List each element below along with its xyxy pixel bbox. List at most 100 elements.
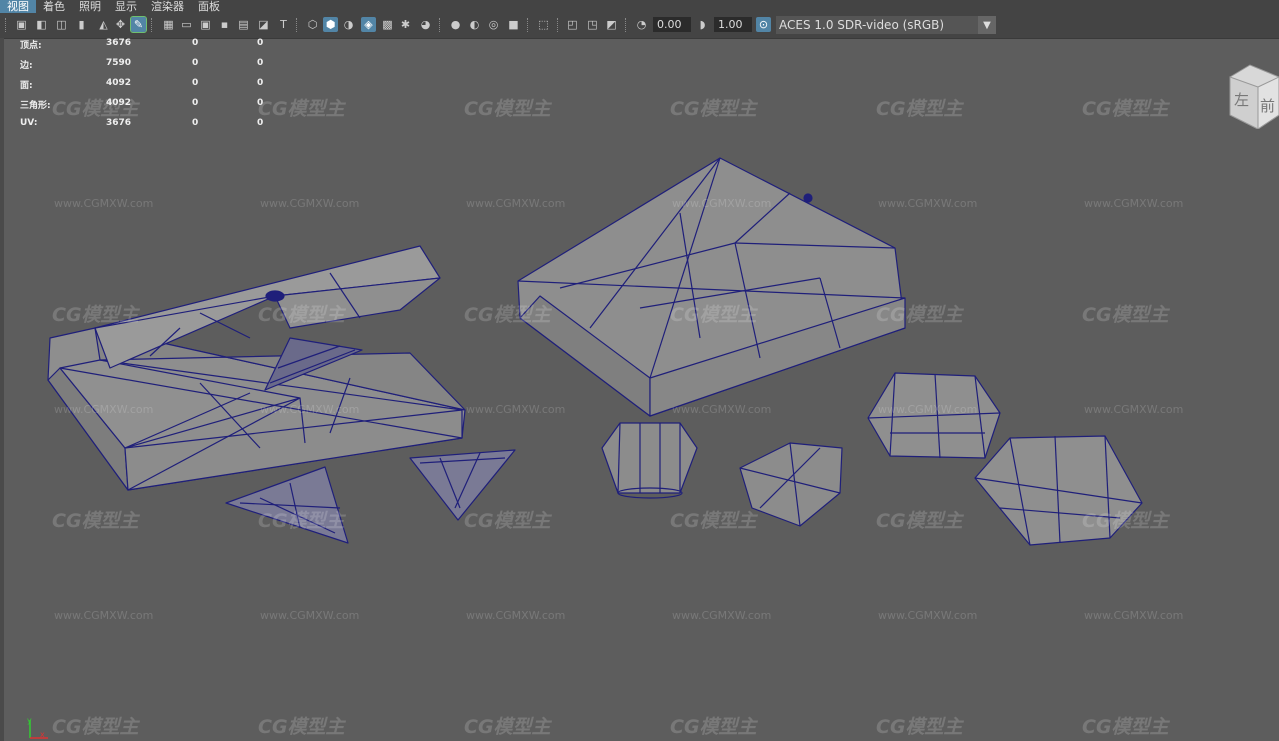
gamma-field[interactable]: 1.00 <box>714 17 752 32</box>
xray-joints-icon[interactable]: ◳ <box>585 17 600 32</box>
watermark-url: www.CGMXW.com <box>672 403 772 416</box>
screen-space-ao-icon[interactable]: ● <box>448 17 463 32</box>
menu-lighting[interactable]: 照明 <box>72 0 108 13</box>
toolbar-separator <box>5 18 8 32</box>
watermark-url: www.CGMXW.com <box>878 197 978 210</box>
toolbar-separator <box>439 18 442 32</box>
menu-show[interactable]: 显示 <box>108 0 144 13</box>
watermark-logo: CG模型主 <box>1082 510 1169 532</box>
watermark-url: www.CGMXW.com <box>466 403 566 416</box>
grid-icon[interactable]: ▦ <box>161 17 176 32</box>
toolbar-separator <box>527 18 530 32</box>
toolbar-separator <box>296 18 299 32</box>
watermark-logo: CG模型主 <box>464 716 551 738</box>
watermark-logo: CG模型主 <box>258 510 345 532</box>
wireframe-on-shaded-icon[interactable]: ◈ <box>361 17 376 32</box>
watermark-logo: CG模型主 <box>670 510 757 532</box>
viewport[interactable] <box>0 38 1279 741</box>
field-chart-icon[interactable]: ▤ <box>236 17 251 32</box>
depth-of-field-icon[interactable]: ■ <box>506 17 521 32</box>
select-camera-icon[interactable]: ▣ <box>14 17 29 32</box>
watermark-logo: CG模型主 <box>876 98 963 120</box>
panel-toolbar: ▣ ◧ ◫ ▮ ◭ ✥ ✎ ▦ ▭ ▣ ▪ ▤ ◪ T ⬡ ⬢ ◑ ◈ ▩ ✱ … <box>0 13 1279 39</box>
resolution-gate-icon[interactable]: ▣ <box>198 17 213 32</box>
menu-panels[interactable]: 面板 <box>191 0 227 13</box>
safe-title-icon[interactable]: T <box>276 17 291 32</box>
watermark-url: www.CGMXW.com <box>466 609 566 622</box>
watermark-url: www.CGMXW.com <box>878 609 978 622</box>
watermark-url: www.CGMXW.com <box>54 403 154 416</box>
watermark-logo: CG模型主 <box>52 510 139 532</box>
watermark-url: www.CGMXW.com <box>260 403 360 416</box>
watermark-url: www.CGMXW.com <box>260 197 360 210</box>
watermark-logo: CG模型主 <box>258 716 345 738</box>
watermark-url: www.CGMXW.com <box>1084 403 1184 416</box>
watermark-logo: CG模型主 <box>876 510 963 532</box>
watermark-url: www.CGMXW.com <box>260 609 360 622</box>
color-space-dropdown[interactable]: ACES 1.0 SDR-video (sRGB) <box>776 16 996 34</box>
backface-culling-icon[interactable]: ◩ <box>604 17 619 32</box>
watermark-url: www.CGMXW.com <box>1084 609 1184 622</box>
smooth-shade-icon[interactable]: ⬢ <box>323 17 338 32</box>
watermark-logo: CG模型主 <box>258 98 345 120</box>
multisample-aa-icon[interactable]: ◎ <box>486 17 501 32</box>
watermark-logo: CG模型主 <box>670 716 757 738</box>
use-all-lights-icon[interactable]: ✱ <box>398 17 413 32</box>
watermark-url: www.CGMXW.com <box>54 197 154 210</box>
view-transform-icon[interactable]: ⊙ <box>756 17 771 32</box>
watermark-logo: CG模型主 <box>876 716 963 738</box>
bookmark-flag-icon[interactable]: ▮ <box>74 17 89 32</box>
wireframe-icon[interactable]: ⬡ <box>305 17 320 32</box>
two-d-pan-icon[interactable]: ✥ <box>113 17 128 32</box>
menu-renderer[interactable]: 渲染器 <box>144 0 191 13</box>
motion-blur-icon[interactable]: ◐ <box>467 17 482 32</box>
watermark-logo: CG模型主 <box>52 98 139 120</box>
grease-pencil-icon[interactable]: ✎ <box>130 16 147 33</box>
toolbar-separator <box>151 18 154 32</box>
bookmark-icon[interactable]: ◫ <box>54 17 69 32</box>
textured-icon[interactable]: ▩ <box>380 17 395 32</box>
watermark-url: www.CGMXW.com <box>672 609 772 622</box>
chevron-down-icon[interactable]: ▼ <box>978 16 996 34</box>
watermark-logo: CG模型主 <box>464 98 551 120</box>
watermark-logo: CG模型主 <box>464 304 551 326</box>
watermark-logo: CG模型主 <box>1082 304 1169 326</box>
watermark-logo: CG模型主 <box>1082 716 1169 738</box>
image-plane-icon[interactable]: ◭ <box>96 17 111 32</box>
axis-indicator: y x <box>27 716 48 739</box>
watermark-logo: CG模型主 <box>1082 98 1169 120</box>
watermark-logo: CG模型主 <box>258 304 345 326</box>
axis-x-label: x <box>40 730 45 739</box>
viewcube-left-label[interactable]: 左 <box>1234 91 1249 109</box>
safe-action-icon[interactable]: ◪ <box>256 17 271 32</box>
watermark-url: www.CGMXW.com <box>466 197 566 210</box>
watermark-url: www.CGMXW.com <box>878 403 978 416</box>
exposure-field[interactable]: 0.00 <box>653 17 691 32</box>
gamma-icon[interactable]: ◗ <box>695 17 710 32</box>
axis-y-label: y <box>27 716 32 725</box>
watermark-url: www.CGMXW.com <box>54 609 154 622</box>
menu-view[interactable]: 视图 <box>0 0 36 13</box>
xray-icon[interactable]: ◰ <box>565 17 580 32</box>
gate-mask-icon[interactable]: ▪ <box>217 17 232 32</box>
menu-shading[interactable]: 着色 <box>36 0 72 13</box>
default-material-icon[interactable]: ◑ <box>341 17 356 32</box>
watermark-logo: CG模型主 <box>670 98 757 120</box>
watermark-logo: CG模型主 <box>52 304 139 326</box>
watermark-logo: CG模型主 <box>876 304 963 326</box>
watermark-logo: CG模型主 <box>670 304 757 326</box>
film-gate-icon[interactable]: ▭ <box>179 17 194 32</box>
isolate-select-icon[interactable]: ⬚ <box>536 17 551 32</box>
view-cube[interactable]: 左 前 <box>1228 63 1279 129</box>
menu-bar: 视图 着色 照明 显示 渲染器 面板 <box>0 0 1279 13</box>
exposure-icon[interactable]: ◔ <box>634 17 649 32</box>
watermark-logo: CG模型主 <box>52 716 139 738</box>
watermark-logo: CG模型主 <box>464 510 551 532</box>
viewcube-front-label[interactable]: 前 <box>1260 97 1275 115</box>
camera-attributes-icon[interactable]: ◧ <box>34 17 49 32</box>
shadows-icon[interactable]: ◕ <box>418 17 433 32</box>
watermark-url: www.CGMXW.com <box>672 197 772 210</box>
pizza-box-open-mesh <box>47 245 466 491</box>
toolbar-separator <box>557 18 560 32</box>
toolbar-separator <box>625 18 628 32</box>
